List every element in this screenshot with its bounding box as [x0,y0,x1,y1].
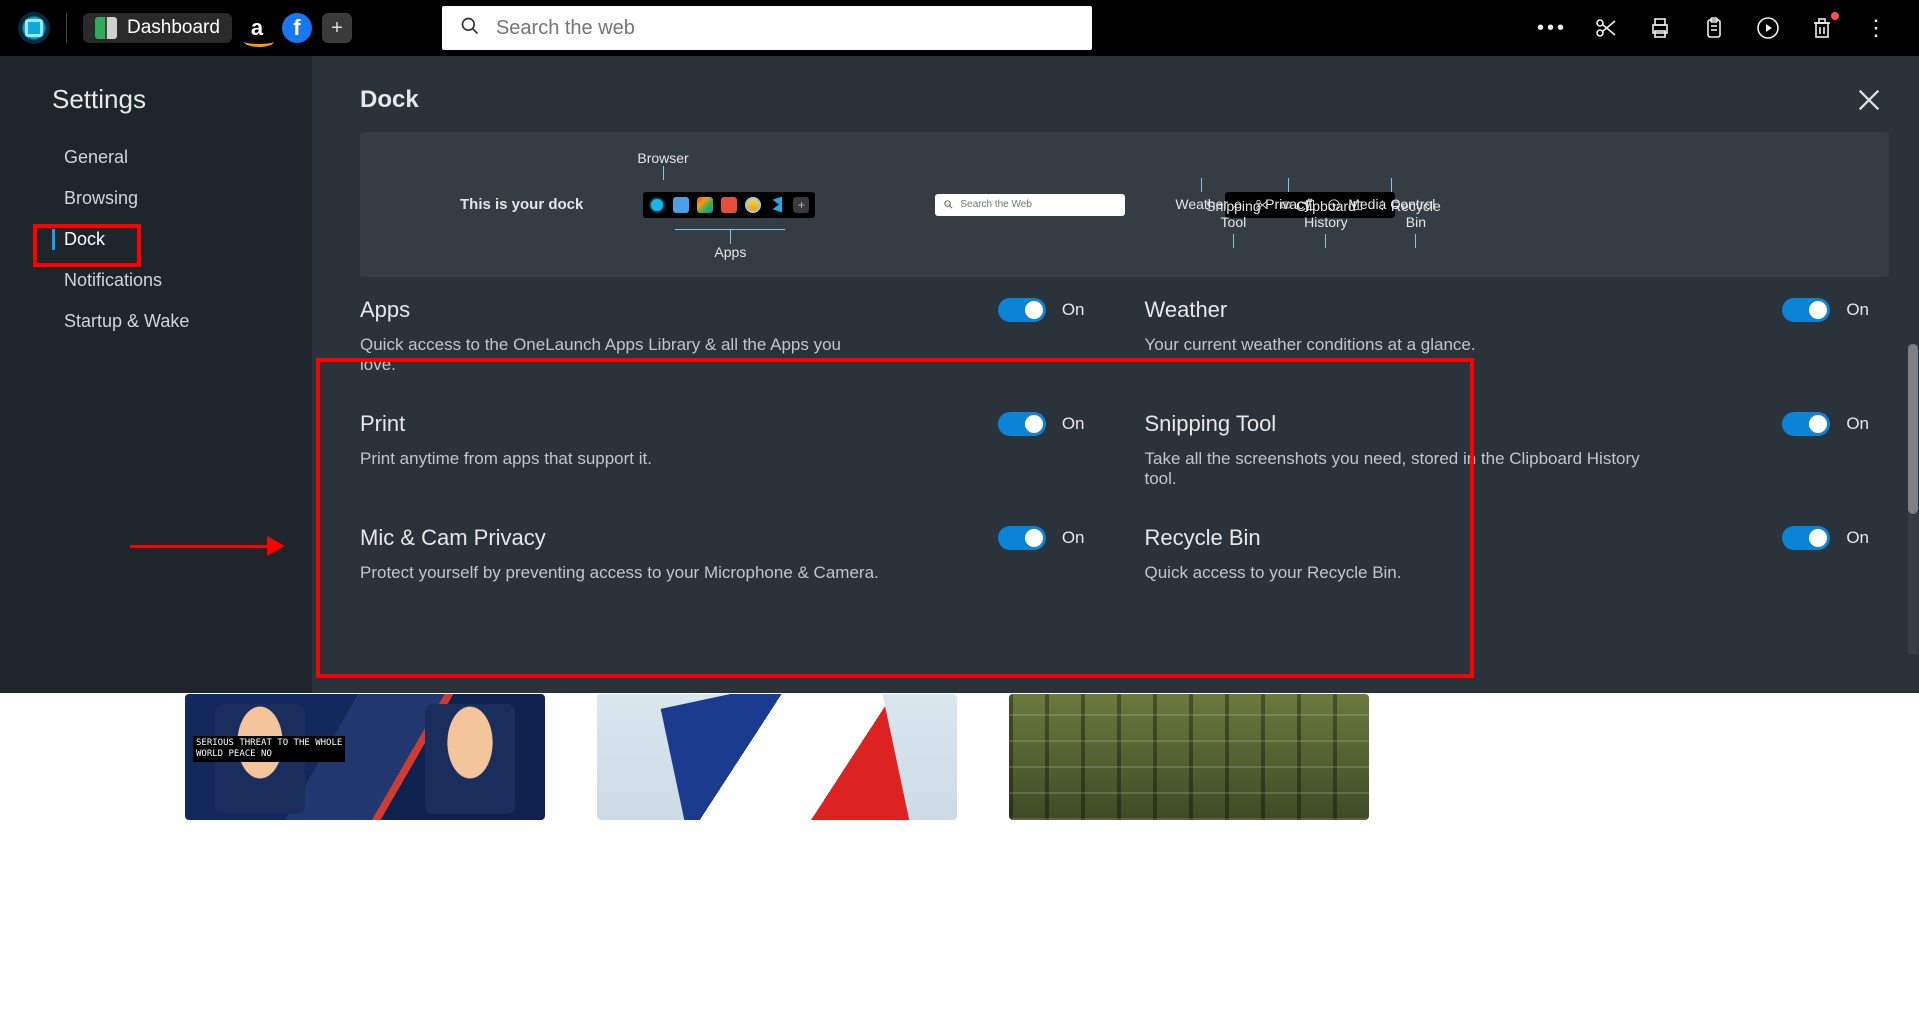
scrollbar-thumb[interactable] [1908,344,1918,514]
divider [66,13,67,43]
mini-app-icon [769,197,785,213]
nav-item-notifications[interactable]: Notifications [0,260,312,301]
topbar-actions: ••• ⋮ [1539,15,1907,41]
close-button[interactable] [1855,86,1883,119]
mini-search-input [960,194,1117,216]
news-card[interactable]: SERIOUS THREAT TO THE WHOLE WORLD PEACE … [185,694,545,820]
nav-item-browsing[interactable]: Browsing [0,178,312,219]
option-state: On [1062,300,1085,320]
toggle-recycle-bin[interactable] [1782,526,1830,550]
option-apps: Apps On Quick access to the OneLaunch Ap… [360,297,1085,375]
dock-options: Apps On Quick access to the OneLaunch Ap… [360,297,1889,583]
nav-label: Dock [64,229,105,249]
settings-nav: General Browsing Dock Notifications Star… [0,137,312,342]
app-logo-icon[interactable] [18,12,50,44]
nav-label: General [64,147,128,167]
dashboard-icon [95,17,117,39]
recycle-bin-icon[interactable] [1809,15,1835,41]
option-state: On [1846,414,1869,434]
dashboard-label: Dashboard [127,17,220,39]
toggle-apps[interactable] [998,298,1046,322]
settings-sidebar: Settings General Browsing Dock Notificat… [0,56,312,693]
settings-title: Settings [0,84,312,137]
nav-label: Notifications [64,270,162,290]
option-mic-cam-privacy: Mic & Cam Privacy On Protect yourself by… [360,525,1085,583]
toggle-weather[interactable] [1782,298,1830,322]
dock-preview: This is your dock Browser + [360,132,1889,277]
mini-browser-icon [649,197,665,213]
nav-label: Startup & Wake [64,311,189,331]
toggle-privacy[interactable] [998,526,1046,550]
nav-item-dock[interactable]: Dock [0,219,312,260]
option-desc: Print anytime from apps that support it. [360,449,880,469]
dock-preview-label: This is your dock [460,196,583,213]
preview-tag-media: Media Control [1348,196,1435,212]
preview-tag-apps: Apps [714,244,746,260]
amazon-shortcut-icon[interactable]: a [242,13,272,43]
mini-app-icon [721,197,737,213]
preview-tag-browser: Browser [637,150,688,166]
media-control-icon[interactable] [1755,15,1781,41]
option-desc: Quick access to the OneLaunch Apps Libra… [360,335,880,375]
search-input[interactable] [496,6,1074,50]
option-snipping-tool: Snipping Tool On Take all the screenshot… [1145,411,1870,489]
scissors-icon[interactable] [1593,15,1619,41]
news-gallery: SERIOUS THREAT TO THE WHOLE WORLD PEACE … [0,694,1919,834]
mini-add-icon: + [793,197,809,213]
mini-app-icon [673,197,689,213]
more-icon[interactable]: ••• [1539,15,1565,41]
mini-app-icon [745,197,761,213]
search-box[interactable] [442,6,1092,50]
option-weather: Weather On Your current weather conditio… [1145,297,1870,375]
option-title: Snipping Tool [1145,411,1767,437]
print-icon[interactable] [1647,15,1673,41]
nav-item-startup-wake[interactable]: Startup & Wake [0,301,312,342]
mini-search [935,194,1125,216]
mini-dock: + [643,192,815,218]
option-state: On [1846,300,1869,320]
option-title: Mic & Cam Privacy [360,525,982,551]
option-desc: Take all the screenshots you need, store… [1145,449,1665,489]
kebab-menu-icon[interactable]: ⋮ [1863,15,1889,41]
option-title: Apps [360,297,982,323]
add-shortcut-button[interactable]: + [322,13,352,43]
settings-main: Dock This is your dock Browser + [312,56,1919,693]
option-print: Print On Print anytime from apps that su… [360,411,1085,489]
nav-label: Browsing [64,188,138,208]
settings-overlay: Settings General Browsing Dock Notificat… [0,56,1919,693]
option-title: Print [360,411,982,437]
option-recycle-bin: Recycle Bin On Quick access to your Recy… [1145,525,1870,583]
dashboard-tab[interactable]: Dashboard [83,13,232,43]
option-state: On [1846,528,1869,548]
option-desc: Protect yourself by preventing access to… [360,563,880,583]
search-icon [460,16,480,41]
option-title: Weather [1145,297,1767,323]
preview-tag-privacy: Privacy [1265,196,1311,212]
clipboard-icon[interactable] [1701,15,1727,41]
option-desc: Quick access to your Recycle Bin. [1145,563,1665,583]
option-state: On [1062,528,1085,548]
option-desc: Your current weather conditions at a gla… [1145,335,1665,355]
facebook-shortcut-icon[interactable]: f [282,13,312,43]
page-title: Dock [360,86,1889,114]
toggle-print[interactable] [998,412,1046,436]
mini-app-icon [697,197,713,213]
news-card[interactable] [1009,694,1369,820]
option-state: On [1062,414,1085,434]
nav-item-general[interactable]: General [0,137,312,178]
news-card[interactable] [597,694,957,820]
toggle-snipping[interactable] [1782,412,1830,436]
preview-tag-weather: Weather [1175,196,1228,212]
option-title: Recycle Bin [1145,525,1767,551]
topbar: Dashboard a f + ••• ⋮ [0,0,1919,56]
news-caption: SERIOUS THREAT TO THE WHOLE WORLD PEACE … [193,736,345,762]
